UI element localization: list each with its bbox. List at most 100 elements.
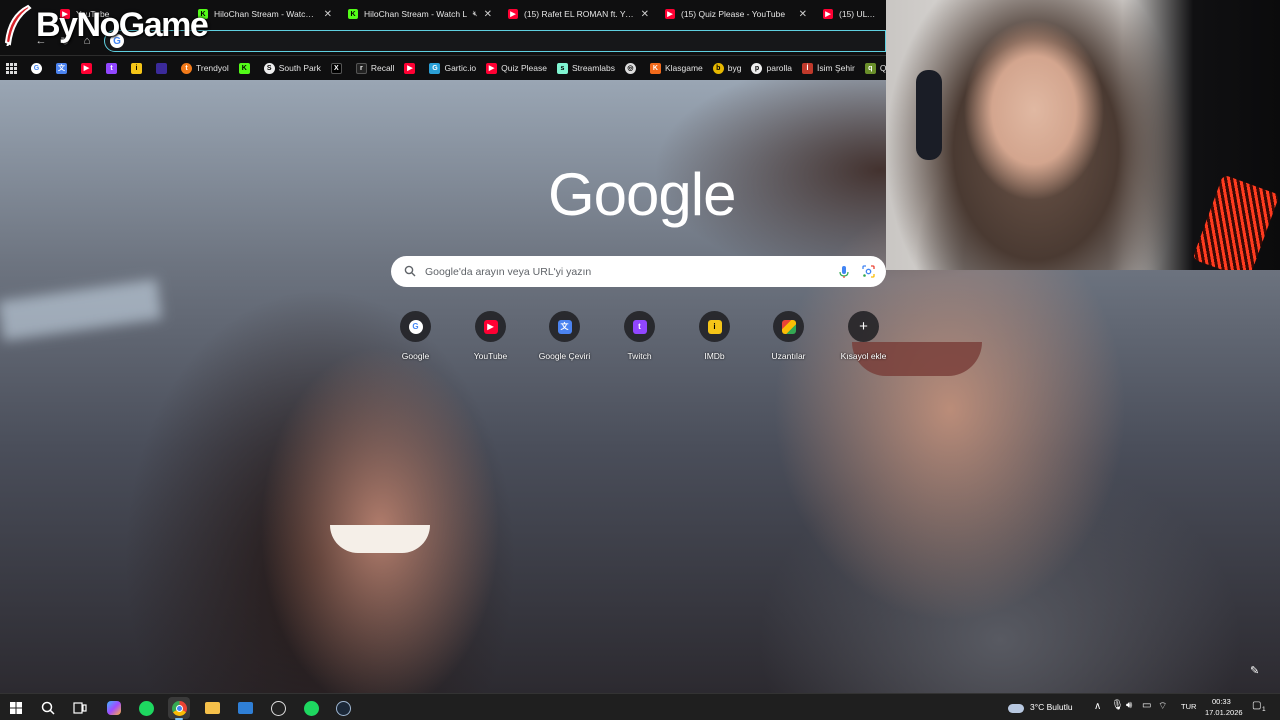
volume-icon[interactable]: 🔊︎ (1126, 700, 1132, 711)
twitch-icon: t (106, 62, 117, 74)
bookmark-globe[interactable]: ◎ (624, 62, 640, 74)
purple-app-icon (156, 62, 167, 74)
tab-hilochan-2[interactable]: K HiloChan Stream - Watch L 🔇︎ ✕ (340, 0, 500, 28)
mute-icon[interactable]: 🔇︎ (473, 9, 478, 19)
shortcut-google-ceviri[interactable]: 文 Google Çeviri (527, 311, 602, 361)
shortcut-uzantilar[interactable]: Uzantılar (751, 311, 826, 361)
tab-ultimate[interactable]: ▶ (15) ULTIMAT (815, 0, 886, 28)
mail-icon[interactable] (234, 697, 256, 719)
apps-grid-icon[interactable] (6, 62, 17, 74)
bookmark-purple[interactable] (156, 62, 171, 74)
search-icon (404, 265, 416, 277)
close-icon[interactable]: ✕ (799, 9, 807, 20)
chrome-icon[interactable] (168, 697, 190, 720)
bookmark-parolla[interactable]: p parolla (751, 62, 792, 74)
spotify-icon[interactable] (135, 697, 157, 719)
microphone-icon[interactable] (838, 265, 850, 279)
weather-text[interactable]: 3°C Bulutlu (1030, 702, 1073, 712)
shortcut-youtube[interactable]: ▶ YouTube (453, 311, 528, 361)
shortcut-icon-circle: + (848, 311, 879, 342)
bookmark-south-park[interactable]: S South Park (263, 62, 321, 74)
headset (916, 70, 942, 160)
bookmark-gartic[interactable]: G Gartic.io (429, 62, 476, 74)
shortcut-google[interactable]: G Google (378, 311, 453, 361)
bookmark-youtube[interactable]: ▶ (81, 62, 96, 74)
bookmark-translate[interactable]: 文 (56, 62, 71, 74)
translate-icon: 文 (557, 319, 572, 334)
kick-icon: K (348, 9, 358, 19)
taskbar: 3°C Bulutlu ∧ 🎙︎ 🔊︎ ▭ ⌔ TUR 00:33 17.01.… (0, 693, 1280, 720)
search-input[interactable] (425, 256, 825, 287)
shortcut-label: YouTube (473, 351, 508, 361)
clock-time[interactable]: 00:33 (1212, 697, 1231, 706)
close-icon[interactable]: ✕ (484, 9, 492, 20)
windows-start-icon[interactable] (5, 697, 27, 719)
bookmark-recall[interactable]: r Recall (355, 62, 395, 74)
shortcut-icon-circle: G (400, 311, 431, 342)
bookmark-trendyol[interactable]: t Trendyol (181, 62, 229, 74)
language-indicator[interactable]: TUR (1181, 702, 1196, 711)
spotify-icon[interactable] (300, 697, 322, 719)
network-icon[interactable]: ▭ (1142, 700, 1151, 711)
google-icon: G (31, 62, 42, 74)
bookmark-twitch[interactable]: t (106, 62, 121, 74)
shortcut-twitch[interactable]: t Twitch (602, 311, 677, 361)
tab-hilochan-1[interactable]: K HiloChan Stream - Watch Live o ✕ (190, 0, 340, 28)
twitch-icon: t (632, 319, 647, 334)
rgb-light (1192, 174, 1280, 270)
close-icon[interactable]: ✕ (641, 9, 649, 20)
search-box[interactable] (391, 256, 886, 287)
bookmark-imdb[interactable]: i (131, 62, 146, 74)
shortcut-imdb[interactable]: i IMDb (677, 311, 752, 361)
customize-pencil-icon[interactable]: ✎ (1250, 664, 1266, 680)
obs-icon[interactable] (267, 697, 289, 719)
notification-icon[interactable]: ▢ (1252, 700, 1261, 711)
close-icon[interactable]: ✕ (324, 9, 332, 20)
tab-title: (15) ULTIMAT (839, 9, 878, 19)
wifi-icon[interactable]: ⌔ (1158, 700, 1167, 713)
shortcut-icon-circle: i (699, 311, 730, 342)
shortcut-label: Kısayol ekle (840, 351, 887, 361)
bookmark-x[interactable]: X (330, 62, 346, 74)
tab-rafet[interactable]: ▶ (15) Rafet EL ROMAN ft. Yusuf ✕ (500, 0, 657, 28)
bookmark-label: South Park (278, 63, 321, 73)
steam-icon[interactable] (332, 697, 354, 719)
search-icon[interactable] (37, 697, 59, 719)
bookmark-google[interactable]: G (31, 62, 46, 74)
copilot-icon[interactable] (103, 697, 125, 719)
youtube-icon: ▶ (81, 62, 92, 74)
address-bar[interactable] (104, 30, 886, 52)
bookmark-label: İsim Şehir (817, 63, 855, 73)
bookmark-label: Klasgame (664, 63, 703, 73)
google-lens-icon[interactable] (862, 265, 875, 278)
file-explorer-icon[interactable] (201, 697, 223, 719)
byg-icon: b (712, 62, 724, 74)
bookmark-youtube-2[interactable]: ▶ (404, 62, 419, 74)
bynogame-logo: ByNoGame (2, 2, 209, 48)
shortcut-icon-circle: 文 (549, 311, 580, 342)
tab-quiz-please[interactable]: ▶ (15) Quiz Please - YouTube ✕ (657, 0, 815, 28)
weather-icon[interactable] (1006, 697, 1026, 719)
youtube-icon: ▶ (508, 9, 518, 19)
quizei-icon: q (864, 62, 876, 74)
bookmark-streamlabs[interactable]: s Streamlabs (556, 62, 615, 74)
translate-icon: 文 (56, 62, 67, 74)
add-shortcut-button[interactable]: + Kısayol ekle (826, 311, 901, 361)
bookmark-byg[interactable]: b byg (712, 62, 741, 74)
bookmark-klasgame[interactable]: K Klasgame (649, 62, 703, 74)
streamlabs-icon: s (556, 62, 568, 74)
bookmark-kick[interactable]: K (238, 62, 254, 74)
youtube-icon: ▶ (823, 9, 833, 19)
feather-icon (4, 4, 32, 46)
shortcut-icon-circle: t (624, 311, 655, 342)
background-light (0, 279, 163, 341)
bookmark-label: Trendyol (196, 63, 229, 73)
bookmark-quiz-please[interactable]: ▶ Quiz Please (486, 62, 547, 74)
bookmark-isim-sehir[interactable]: İ İsim Şehir (802, 62, 855, 74)
task-view-icon[interactable] (69, 697, 91, 719)
clock-date[interactable]: 17.01.2026 (1205, 708, 1243, 717)
bookmark-label: Recall (370, 63, 395, 73)
microphone-icon[interactable]: 🎙︎ (1111, 700, 1124, 711)
google-logo: Google (548, 161, 736, 228)
chevron-up-icon[interactable]: ∧ (1094, 701, 1101, 712)
